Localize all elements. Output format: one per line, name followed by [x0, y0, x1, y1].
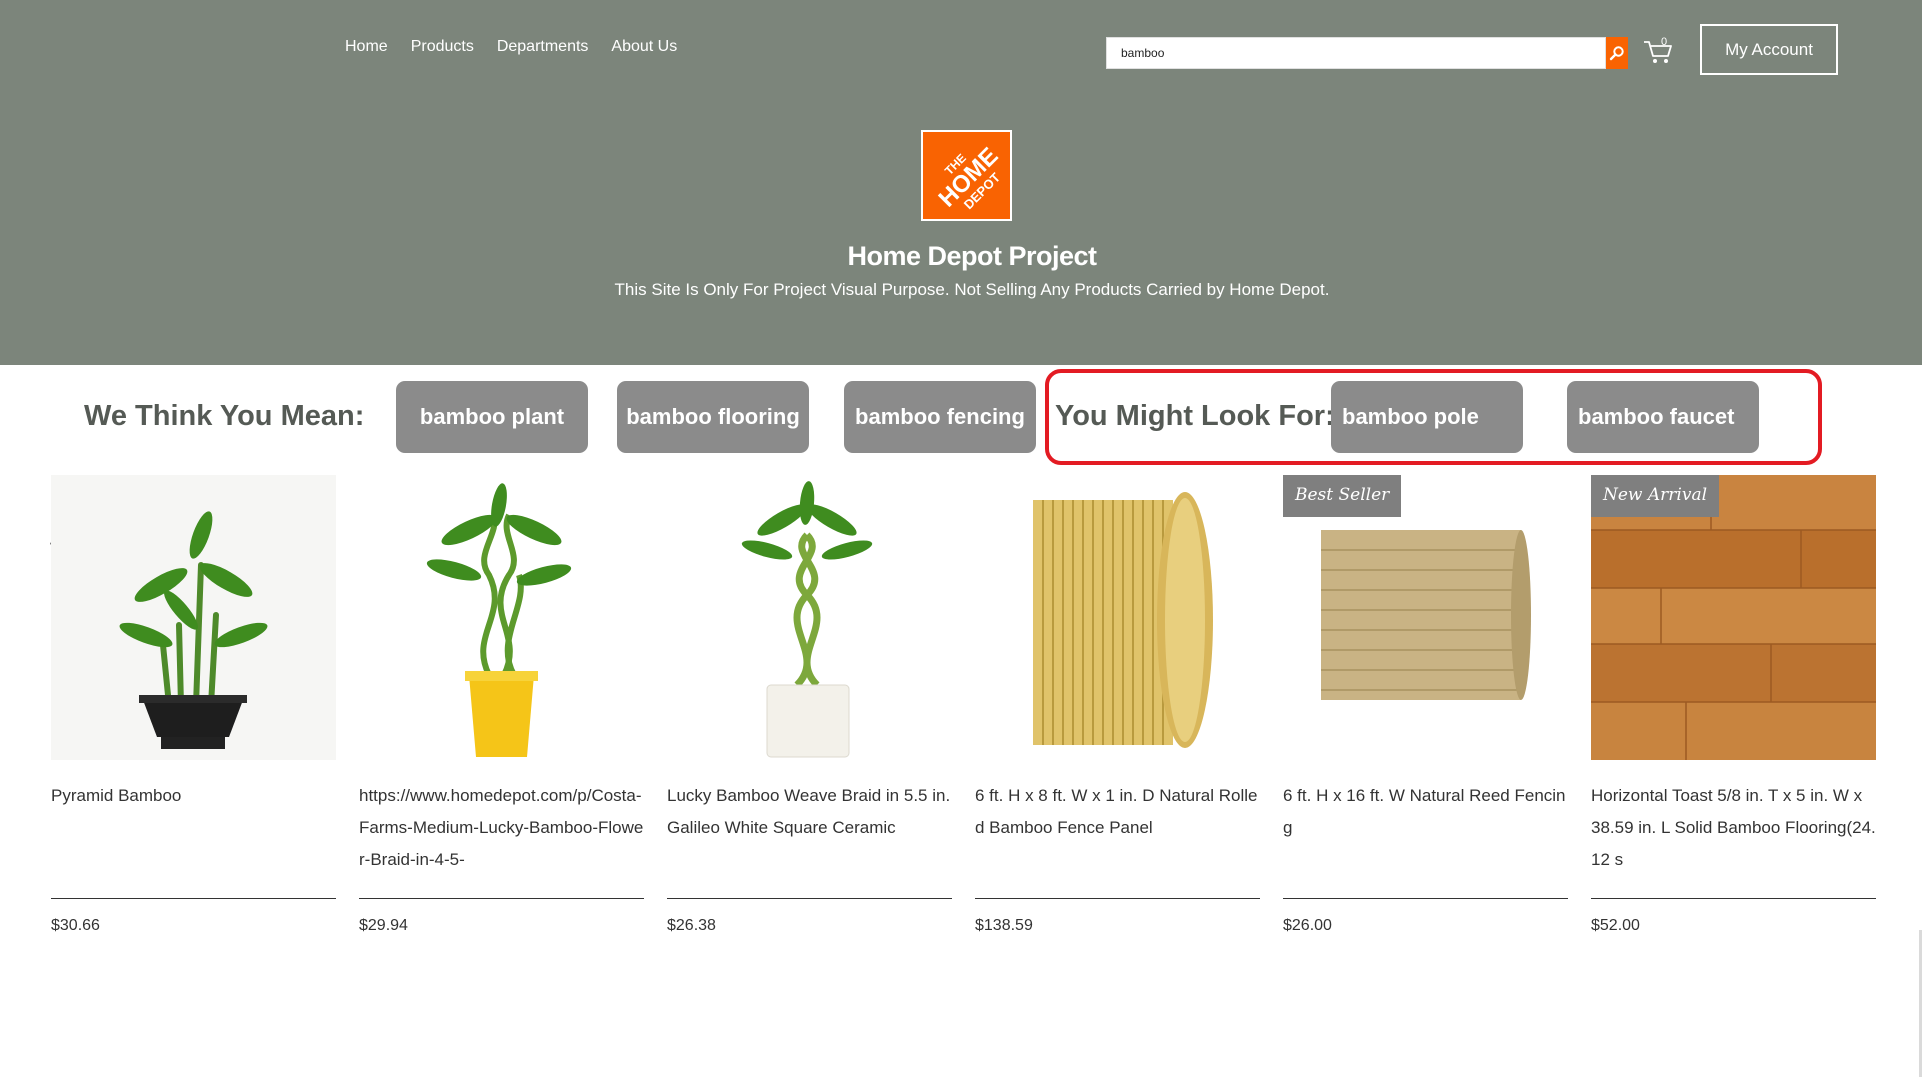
best-seller-badge: Best Seller — [1283, 475, 1402, 517]
product-price: $26.38 — [667, 917, 716, 934]
divider — [667, 898, 952, 899]
product-image-bamboo-flooring[interactable]: New Arrival — [1591, 475, 1876, 760]
divider — [1283, 898, 1568, 899]
nav-products[interactable]: Products — [411, 38, 474, 56]
product-image-lucky-bamboo-flower-braid[interactable] — [359, 475, 644, 760]
site-title: Home Depot Project — [847, 241, 1097, 271]
product-price: $30.66 — [51, 917, 100, 934]
related-chip-bamboo-pole[interactable]: bamboo pole — [1331, 381, 1523, 453]
site-subtitle: This Site Is Only For Project Visual Pur… — [614, 280, 1330, 299]
search-icon — [1609, 46, 1624, 61]
suggestion-chip-bamboo-fencing[interactable]: bamboo fencing — [844, 381, 1036, 453]
did-you-mean-label: We Think You Mean: — [84, 400, 365, 432]
divider — [359, 898, 644, 899]
product-price: $26.00 — [1283, 917, 1332, 934]
product-image-pyramid-bamboo[interactable] — [51, 475, 336, 760]
suggestion-chip-bamboo-flooring[interactable]: bamboo flooring — [617, 381, 809, 453]
product-card[interactable]: New Arrival Horizontal Toast 5/8 in. T x… — [1591, 475, 1876, 935]
product-name[interactable]: https://www.homedepot.com/p/Costa-Farms-… — [359, 780, 644, 880]
product-card[interactable]: Lucky Bamboo Weave Braid in 5.5 in. Gali… — [667, 475, 952, 935]
product-name[interactable]: Lucky Bamboo Weave Braid in 5.5 in. Gali… — [667, 780, 952, 880]
nav-departments[interactable]: Departments — [497, 38, 589, 56]
product-image-rolled-bamboo-fence[interactable] — [975, 475, 1260, 760]
cart-button[interactable]: 0 — [1642, 36, 1676, 66]
search-box — [1106, 37, 1606, 69]
suggestion-chip-bamboo-plant[interactable]: bamboo plant — [396, 381, 588, 453]
product-image-natural-reed-fencing[interactable]: Best Seller — [1283, 475, 1568, 760]
divider — [975, 898, 1260, 899]
divider — [1591, 898, 1876, 899]
main-nav: Home Products Departments About Us — [345, 38, 677, 56]
cart-icon: 0 — [1644, 36, 1672, 63]
product-price: $52.00 — [1591, 917, 1640, 934]
home-depot-logo: THE HOME DEPOT — [921, 130, 1012, 221]
nav-about-us[interactable]: About Us — [611, 38, 677, 56]
related-searches-label: You Might Look For: — [1055, 400, 1335, 432]
search-button[interactable] — [1606, 37, 1628, 69]
product-name[interactable]: Pyramid Bamboo — [51, 780, 336, 880]
new-arrival-badge: New Arrival — [1591, 475, 1720, 517]
product-name[interactable]: 6 ft. H x 16 ft. W Natural Reed Fencing — [1283, 780, 1568, 880]
product-name[interactable]: 6 ft. H x 8 ft. W x 1 in. D Natural Roll… — [975, 780, 1260, 880]
product-card[interactable]: https://www.homedepot.com/p/Costa-Farms-… — [359, 475, 644, 935]
cart-count: 0 — [1661, 36, 1667, 48]
product-price: $29.94 — [359, 917, 408, 934]
product-price: $138.59 — [975, 917, 1033, 934]
product-name[interactable]: Horizontal Toast 5/8 in. T x 5 in. W x 3… — [1591, 780, 1876, 880]
product-image-lucky-bamboo-weave-braid[interactable] — [667, 475, 952, 760]
product-card[interactable]: 6 ft. H x 8 ft. W x 1 in. D Natural Roll… — [975, 475, 1260, 935]
search-input[interactable] — [1107, 38, 1605, 68]
related-chip-bamboo-faucet[interactable]: bamboo faucet — [1567, 381, 1759, 453]
site-header: Home Products Departments About Us 0 My … — [0, 0, 1922, 365]
divider — [51, 898, 336, 899]
nav-home[interactable]: Home — [345, 38, 388, 56]
product-card[interactable]: Best Seller 6 ft. H x 16 ft. W Natural R… — [1283, 475, 1568, 935]
my-account-button[interactable]: My Account — [1700, 24, 1838, 75]
product-card[interactable]: Pyramid Bamboo $30.66 — [51, 475, 336, 935]
